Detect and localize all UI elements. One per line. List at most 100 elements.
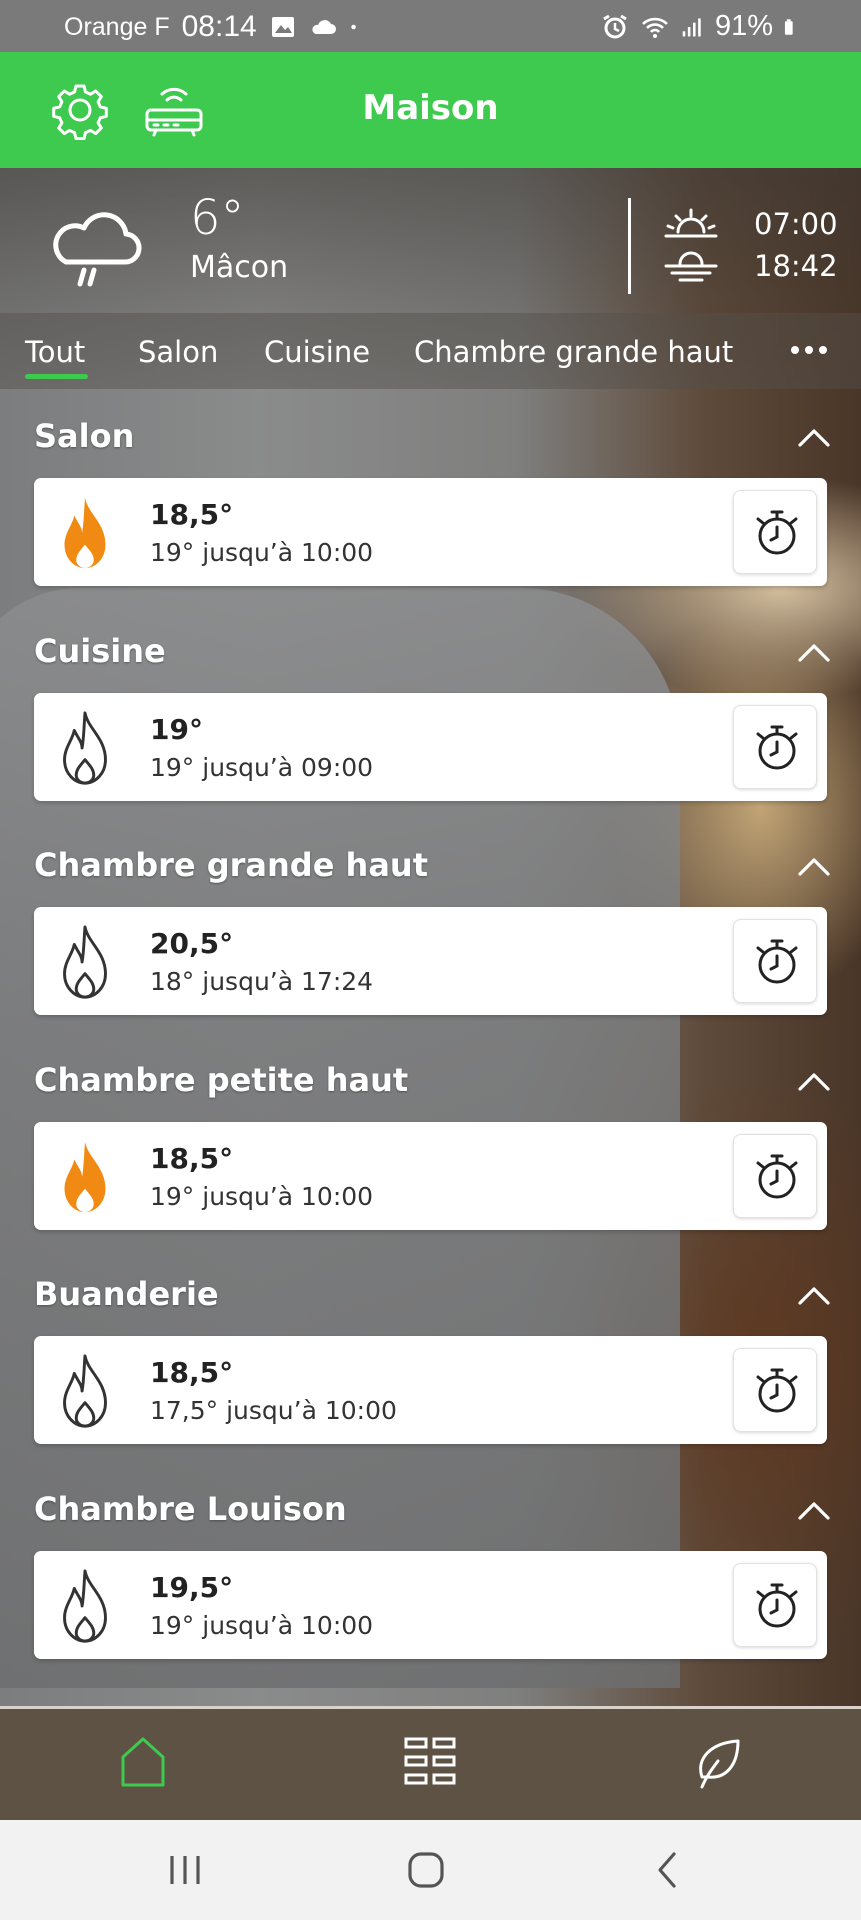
room-setpoint: 18° jusqu’à 17:24 [150,967,374,996]
recent-apps-button[interactable] [164,1848,208,1892]
home-icon [121,1737,165,1787]
room-title-salon: Salon [34,417,135,455]
timer-button[interactable] [733,1134,817,1218]
collapse-button-chambre-petite-haut[interactable] [794,1067,834,1097]
timer-button[interactable] [733,490,817,574]
timer-button[interactable] [733,919,817,1003]
chevron-up-icon [798,644,830,662]
room-title-cuisine: Cuisine [34,632,166,670]
room-setpoint: 19° jusqu’à 09:00 [150,753,374,782]
room-card-chambre-petite-haut[interactable]: 18,5° 19° jusqu’à 10:00 [34,1122,827,1230]
flame-idle-icon [63,1354,107,1428]
home-circle-icon [408,1852,444,1888]
flame-idle-icon [63,1569,107,1643]
sunrise-time: 07:00 [754,207,838,241]
grid-icon [404,1737,456,1785]
sunrise-icon [664,208,718,238]
room-setpoint: 19° jusqu’à 10:00 [150,1611,374,1640]
room-title-chambre-petite-haut: Chambre petite haut [34,1061,409,1099]
alarm-icon [603,14,627,38]
clock: 08:14 [181,10,257,43]
collapse-button-buanderie[interactable] [794,1281,834,1311]
nav-grid[interactable] [400,1731,460,1791]
weather-panel: 6° Mâcon 07:00 18:42 [0,168,861,313]
room-temperature: 18,5° [150,1356,234,1389]
room-temperature: 19,5° [150,1571,234,1604]
wifi-icon [642,17,668,38]
battery-percent: 91% [714,10,773,42]
tab-salon[interactable]: Salon [138,335,218,369]
more-tabs-button[interactable] [791,340,831,360]
sunset-icon [664,251,718,282]
more-dot-icon [791,346,799,354]
stopwatch-icon [756,1368,798,1413]
room-title-buanderie: Buanderie [34,1275,219,1313]
room-setpoint: 19° jusqu’à 10:00 [150,1182,374,1211]
tab-tout[interactable]: Tout [25,335,85,369]
stopwatch-icon [756,1583,798,1628]
back-button[interactable] [646,1848,690,1892]
sunset-row: 18:42 [662,248,838,284]
more-dot-icon [819,346,827,354]
chevron-up-icon [798,858,830,876]
status-bar: Orange F 08:14 91% [0,0,861,52]
room-temperature: 18,5° [150,1142,234,1175]
nav-eco[interactable] [688,1731,748,1791]
cloud-notification-icon [312,20,336,34]
room-setpoint: 19° jusqu’à 10:00 [150,538,374,567]
sunset-time: 18:42 [754,249,838,283]
tab-cuisine[interactable]: Cuisine [264,335,370,369]
room-temperature: 19° [150,713,203,746]
leaf-icon [699,1739,740,1789]
dot-notification-icon [350,24,356,30]
carrier-label: Orange F [64,12,170,41]
app-header: Maison [0,52,861,168]
more-dot-icon [805,346,813,354]
image-notification-icon [271,17,294,37]
room-card-chambre-louison[interactable]: 19,5° 19° jusqu’à 10:00 [34,1551,827,1659]
room-card-salon[interactable]: 18,5° 19° jusqu’à 10:00 [34,478,827,586]
stopwatch-icon [756,725,798,770]
room-card-buanderie[interactable]: 18,5° 17,5° jusqu’à 10:00 [34,1336,827,1444]
room-temperature: 18,5° [150,498,234,531]
timer-button[interactable] [733,1348,817,1432]
flame-active-icon [64,1141,106,1213]
stopwatch-icon [756,510,798,555]
nav-home[interactable] [113,1731,173,1791]
system-navigation-bar [0,1820,861,1920]
flame-active-icon [64,497,106,569]
room-title-chambre-louison: Chambre Louison [34,1490,347,1528]
room-temperature: 20,5° [150,927,234,960]
chevron-up-icon [798,1502,830,1520]
collapse-button-salon[interactable] [794,423,834,453]
back-chevron-icon [658,1852,676,1888]
stopwatch-icon [756,1154,798,1199]
room-tabs: Tout Salon Cuisine Chambre grande haut [0,313,861,389]
room-setpoint: 17,5° jusqu’à 10:00 [150,1396,397,1425]
flame-idle-icon [63,925,107,999]
room-card-chambre-grande-haut[interactable]: 20,5° 18° jusqu’à 17:24 [34,907,827,1015]
chevron-up-icon [798,1287,830,1305]
battery-icon [784,18,793,35]
signal-icon [682,17,701,36]
room-card-cuisine[interactable]: 19° 19° jusqu’à 09:00 [34,693,827,801]
page-title: Maison [362,88,499,128]
room-title-chambre-grande-haut: Chambre grande haut [34,846,428,884]
bottom-navigation [0,1706,861,1820]
tab-chambre-grande-haut[interactable]: Chambre grande haut [414,335,733,369]
stopwatch-icon [756,939,798,984]
weather-city: Mâcon [190,250,289,285]
cloud-rain-icon [53,212,142,287]
flame-idle-icon [63,711,107,785]
chevron-up-icon [798,1073,830,1091]
chevron-up-icon [798,429,830,447]
active-tab-indicator [25,374,88,379]
collapse-button-chambre-grande-haut[interactable] [794,852,834,882]
timer-button[interactable] [733,1563,817,1647]
weather-temperature: 6° [190,190,245,246]
collapse-button-cuisine[interactable] [794,638,834,668]
recent-apps-icon [170,1856,200,1884]
home-system-button[interactable] [404,1848,448,1892]
timer-button[interactable] [733,705,817,789]
collapse-button-chambre-louison[interactable] [794,1496,834,1526]
